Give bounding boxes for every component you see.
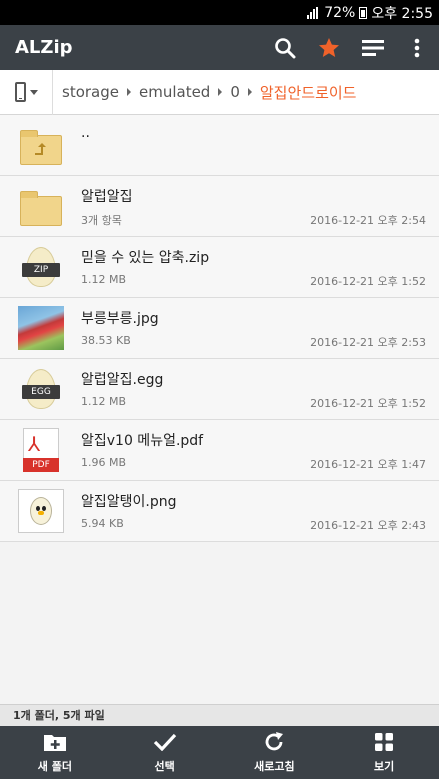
file-date: 2016-12-21 오후 1:47 [310,458,426,471]
file-name: 알럽알집.egg [81,372,164,388]
pdf-file-icon: ⅄ PDF [18,428,64,474]
file-name: 부릉부릉.jpg [81,311,159,327]
file-meta: 1.12 MB [81,395,127,408]
storage-selector[interactable] [0,69,53,115]
bottom-toolbar: 새 폴더 선택 새로고침 보기 [0,726,439,779]
image-thumbnail [18,489,64,535]
path-bar: storage emulated 0 알집안드로이드 [0,69,439,115]
file-name: .. [81,125,90,141]
signal-icon [307,6,319,19]
egg-file-icon: EGG [18,367,64,413]
list-item[interactable]: EGG 알럽알집.egg 1.12 MB 2016-12-21 오후 1:52 [0,359,439,420]
file-list: .. 알럽알집 3개 항목 2016-12-21 오후 2:54 ZIP 믿을 … [0,115,439,542]
file-date: 2016-12-21 오후 1:52 [310,397,426,410]
refresh-label: 새로고침 [254,759,295,773]
file-meta: 3개 항목 [81,214,122,227]
select-label: 선택 [154,759,175,773]
file-meta: 1.96 MB [81,456,127,469]
chevron-right-icon [247,88,252,96]
refresh-button[interactable]: 새로고침 [220,726,330,779]
image-thumbnail [18,306,64,352]
file-name: 알럽알집 [81,189,133,205]
view-button[interactable]: 보기 [329,726,439,779]
refresh-icon [263,731,285,752]
file-name: 알집v10 메뉴얼.pdf [81,433,204,449]
crumb-emulated[interactable]: emulated [139,83,210,101]
crumb-storage[interactable]: storage [62,83,119,101]
file-meta: 5.94 KB [81,517,124,530]
clock: 오후 2:55 [371,5,433,22]
zip-file-icon: ZIP [18,245,64,291]
list-item[interactable]: 알럽알집 3개 항목 2016-12-21 오후 2:54 [0,176,439,237]
chevron-right-icon [126,88,131,96]
app-title: ALZip [15,37,73,58]
search-icon[interactable] [263,25,307,70]
more-vert-icon[interactable] [395,25,439,70]
list-item[interactable]: 부릉부릉.jpg 38.53 KB 2016-12-21 오후 2:53 [0,298,439,359]
select-button[interactable]: 선택 [110,726,220,779]
list-item[interactable]: 알집알탱이.png 5.94 KB 2016-12-21 오후 2:43 [0,481,439,542]
chevron-right-icon [218,88,223,96]
file-date: 2016-12-21 오후 2:53 [310,336,426,349]
grid-view-icon [374,732,394,752]
star-icon[interactable] [307,25,351,70]
new-folder-icon [43,732,66,752]
file-name: 알집알탱이.png [81,494,177,510]
status-bar: 72% 오후 2:55 [0,0,439,25]
new-folder-label: 새 폴더 [37,759,72,773]
file-meta: 1.12 MB [81,273,127,286]
check-icon [153,732,177,752]
folder-icon [18,184,64,230]
app-bar: ALZip [0,25,439,70]
file-date: 2016-12-21 오후 2:54 [310,214,426,227]
file-date: 2016-12-21 오후 2:43 [310,519,426,532]
phone-icon [14,82,26,102]
breadcrumb: storage emulated 0 알집안드로이드 [62,82,356,103]
battery-icon [359,6,368,19]
crumb-current[interactable]: 알집안드로이드 [260,82,357,103]
parent-folder-icon [18,123,64,169]
view-label: 보기 [374,759,395,773]
crumb-0[interactable]: 0 [230,83,240,101]
file-name: 믿을 수 있는 압축.zip [81,250,210,266]
list-item[interactable]: ZIP 믿을 수 있는 압축.zip 1.12 MB 2016-12-21 오후… [0,237,439,298]
battery-percent: 72% [324,4,356,21]
file-meta: 38.53 KB [81,334,131,347]
list-item[interactable]: .. [0,115,439,176]
folder-summary: 1개 폴더, 5개 파일 [0,704,439,726]
sort-icon[interactable] [351,25,395,70]
file-date: 2016-12-21 오후 1:52 [310,275,426,288]
new-folder-button[interactable]: 새 폴더 [0,726,110,779]
list-item[interactable]: ⅄ PDF 알집v10 메뉴얼.pdf 1.96 MB 2016-12-21 오… [0,420,439,481]
chevron-down-icon [29,89,38,95]
